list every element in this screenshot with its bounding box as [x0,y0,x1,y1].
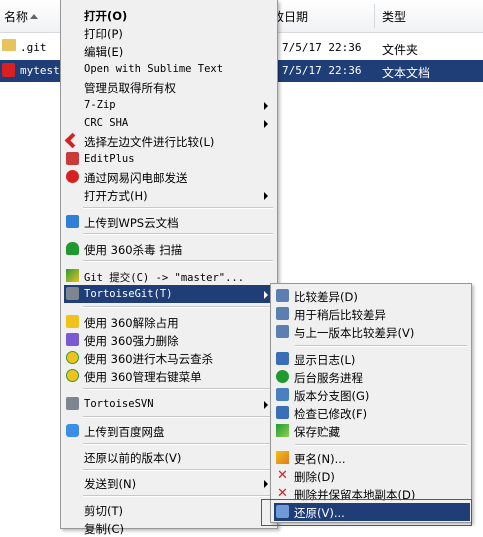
submenu-item-daemon[interactable]: 后台服务进程 [274,368,470,386]
sort-ascending-icon [30,14,38,19]
menu-item-send-mail[interactable]: 通过网易闪电邮发送 [64,168,276,186]
menu-item-print[interactable]: 打印(P) [64,24,276,42]
stash-save-icon [276,424,289,437]
column-name[interactable]: 名称 [4,8,28,25]
menu-item-crc-sha[interactable]: CRC SHA [64,114,276,132]
file-type: 文本文档 [382,66,431,80]
menu-item-edit[interactable]: 编辑(E) [64,42,276,60]
submenu-item-rename[interactable]: 更名(N)... [274,449,470,467]
submenu-arrow-icon [264,291,268,299]
submenu-item-check-modified[interactable]: 检查已修改(F) [274,404,470,422]
submenu-item-diff[interactable]: 比较差异(D) [274,287,470,305]
delete-x-icon: ✕ [277,468,288,483]
menu-item-editplus[interactable]: EditPlus [64,150,276,168]
menu-separator [295,345,467,347]
menu-separator [83,416,273,418]
menu-separator [295,444,467,446]
git-modified-file-icon [2,63,15,77]
submenu-item-diff-later[interactable]: 用于稍后比较差异 [274,305,470,323]
submenu-arrow-icon [264,401,268,409]
file-type: 文件夹 [382,43,419,57]
git-commit-icon [66,269,79,282]
menu-item-upload-wps[interactable]: 上传到WPS云文档 [64,213,276,231]
menu-item-360-trojan-scan[interactable]: 使用 360进行木马云查杀 [64,349,276,367]
shield-icon [66,242,79,255]
menu-separator [83,260,273,262]
submenu-arrow-icon [264,120,268,128]
menu-item-360-scan[interactable]: 使用 360杀毒 扫描 [64,240,276,258]
menu-separator [83,495,273,497]
submenu-arrow-icon [264,192,268,200]
menu-separator [83,443,273,445]
menu-item-baidu-upload[interactable]: 上传到百度网盘 [64,422,276,440]
file-date: 7/5/17 22:36 [282,64,362,77]
revision-graph-icon [276,388,289,401]
menu-item-360-unlock[interactable]: 使用 360解除占用 [64,313,276,331]
arrow-back-icon [64,132,81,149]
menu-separator [83,207,273,209]
folder-icon [2,39,16,51]
submenu-arrow-icon [264,102,268,110]
submenu-item-revision-graph[interactable]: 版本分支图(G) [274,386,470,404]
file-name: .git [20,41,47,54]
tortoisegit-submenu: 比较差异(D) 用于稍后比较差异 与上一版本比较差异(V) 显示日志(L) 后台… [270,283,472,523]
submenu-item-show-log[interactable]: 显示日志(L) [274,350,470,368]
submenu-item-delete[interactable]: ✕ 删除(D) [274,467,470,485]
netease-mail-icon [66,170,79,183]
column-type[interactable]: 类型 [382,8,406,25]
menu-separator [83,469,273,471]
menu-item-360-force-delete[interactable]: 使用 360强力删除 [64,331,276,349]
file-date: 7/5/17 22:36 [282,41,362,54]
menu-item-360-manage-menu[interactable]: 使用 360管理右键菜单 [64,367,276,385]
submenu-item-diff-previous[interactable]: 与上一版本比较差异(V) [274,323,470,341]
unlock-icon [66,315,79,328]
menu-separator [83,306,273,308]
menu-item-tortoisegit[interactable]: TortoiseGit(T) [64,285,276,303]
force-delete-icon [66,333,79,346]
menu-item-git-commit[interactable]: Git 提交(C) -> "master"... [64,267,276,285]
menu-item-7zip[interactable]: 7-Zip [64,96,276,114]
menu-item-open[interactable]: 打开(O) [64,6,276,24]
menu-item-tortoisesvn[interactable]: TortoiseSVN [64,395,276,413]
diff-previous-icon [276,325,289,338]
menu-item-copy[interactable]: 复制(C) [64,519,276,537]
tortoisesvn-icon [66,397,79,410]
diff-icon [276,289,289,302]
check-modified-icon [276,406,289,419]
360-plus-icon [66,369,79,382]
menu-separator [83,233,273,235]
submenu-item-stash-save[interactable]: 保存贮藏 [274,422,470,440]
diff-later-icon [276,307,289,320]
wps-cloud-icon [66,215,79,228]
menu-item-take-ownership[interactable]: 管理员取得所有权 [64,78,276,96]
menu-item-send-to[interactable]: 发送到(N) [64,474,276,492]
menu-item-cut[interactable]: 剪切(T) [64,501,276,519]
editplus-icon [66,152,79,165]
submenu-arrow-icon [264,480,268,488]
highlight-annotation-box [261,499,472,526]
menu-item-open-sublime[interactable]: Open with Sublime Text [64,60,276,78]
menu-item-open-with[interactable]: 打开方式(H) [64,186,276,204]
baidu-cloud-icon [66,424,79,437]
menu-separator [83,388,273,390]
context-menu: 打开(O) 打印(P) 编辑(E) Open with Sublime Text… [60,0,278,536]
menu-item-compare-left[interactable]: 选择左边文件进行比较(L) [64,132,276,150]
tortoisegit-icon [66,287,79,300]
log-icon [276,352,289,365]
globe-icon [276,370,289,383]
menu-item-restore-previous[interactable]: 还原以前的版本(V) [64,448,276,466]
column-divider[interactable] [374,4,375,28]
pencil-icon [276,451,289,464]
360-plus-icon [66,351,79,364]
